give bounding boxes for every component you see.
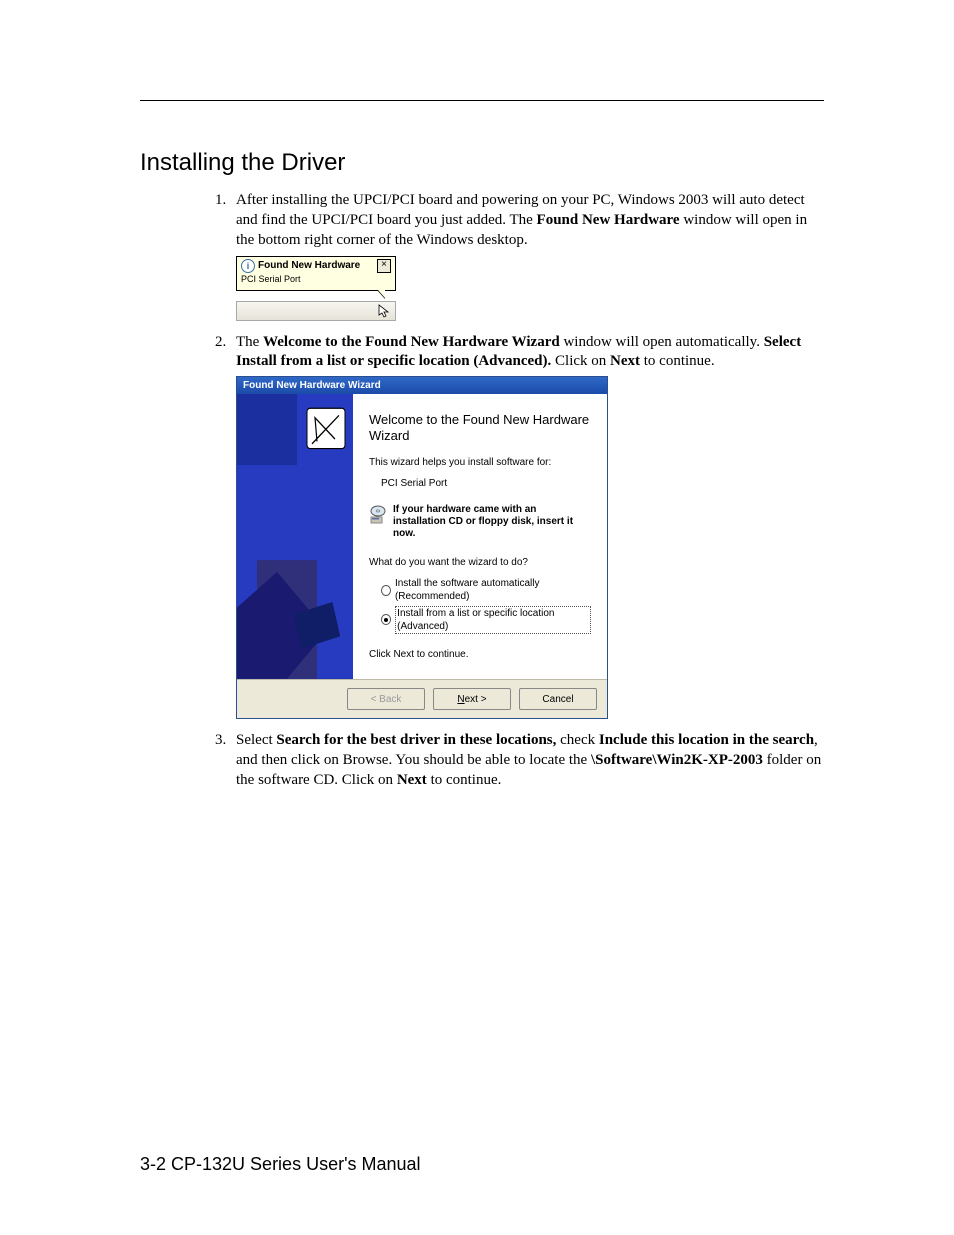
step3-text-a: Select	[236, 732, 276, 748]
wizard-help-line: This wizard helps you install software f…	[369, 456, 591, 469]
section-title: Installing the Driver	[140, 149, 824, 177]
found-new-hardware-balloon: i Found New Hardware × PCI Serial Port	[236, 256, 396, 290]
step-2: The Welcome to the Found New Hardware Wi…	[230, 333, 824, 719]
balloon-title: Found New Hardware	[258, 260, 360, 273]
cancel-button[interactable]: Cancel	[519, 688, 597, 710]
step-1: After installing the UPCI/PCI board and …	[230, 191, 824, 321]
balloon-body: PCI Serial Port	[241, 274, 391, 285]
option-auto-label: Install the software automatically (Reco…	[395, 577, 591, 603]
step2-text-d: to continue.	[640, 353, 715, 369]
wizard-sidebar-graphic	[237, 394, 353, 679]
wizard-titlebar: Found New Hardware Wizard	[237, 377, 607, 394]
wizard-heading: Welcome to the Found New Hardware Wizard	[369, 412, 591, 443]
taskbar-tray	[236, 301, 396, 321]
cursor-icon	[377, 304, 391, 318]
cd-icon	[369, 504, 387, 524]
top-rule	[140, 100, 824, 101]
step2-bold-a: Welcome to the Found New Hardware Wizard	[263, 334, 560, 350]
option-install-auto[interactable]: Install the software automatically (Reco…	[381, 577, 591, 603]
step3-bold-a: Search for the best driver in these loca…	[276, 732, 556, 748]
info-icon: i	[241, 259, 255, 273]
option-install-from-list[interactable]: Install from a list or specific location…	[381, 606, 591, 634]
next-button-underline: N	[457, 693, 464, 706]
wizard-question: What do you want the wizard to do?	[369, 556, 591, 569]
found-new-hardware-wizard-window: Found New Hardware Wizard	[236, 376, 608, 719]
step-3: Select Search for the best driver in the…	[230, 731, 824, 790]
step3-text-e: to continue.	[427, 772, 502, 788]
next-button-rest: ext >	[465, 693, 487, 706]
next-button[interactable]: Next >	[433, 688, 511, 710]
balloon-close-button[interactable]: ×	[377, 259, 391, 273]
step3-bold-d: Next	[397, 772, 427, 788]
page-footer: 3-2 CP-132U Series User's Manual	[140, 1154, 421, 1175]
option-list-label: Install from a list or specific location…	[395, 606, 591, 634]
balloon-tail-icon	[377, 290, 385, 299]
wizard-device-name: PCI Serial Port	[381, 477, 591, 490]
step3-bold-b: Include this location in the search	[599, 732, 814, 748]
step2-text-c: Click on	[551, 353, 610, 369]
step1-bold-a: Found New Hardware	[537, 212, 680, 228]
back-button: < Back	[347, 688, 425, 710]
step2-bold-c: Next	[610, 353, 640, 369]
step2-text-a: The	[236, 334, 263, 350]
step2-text-b: window will open automatically.	[560, 334, 764, 350]
step3-text-b: check	[556, 732, 598, 748]
radio-unchecked-icon	[381, 585, 391, 596]
wizard-click-next: Click Next to continue.	[369, 648, 591, 661]
wizard-media-note: If your hardware came with an installati…	[393, 504, 591, 540]
step3-bold-c: \Software\Win2K-XP-2003	[591, 752, 763, 768]
radio-checked-icon	[381, 614, 391, 625]
